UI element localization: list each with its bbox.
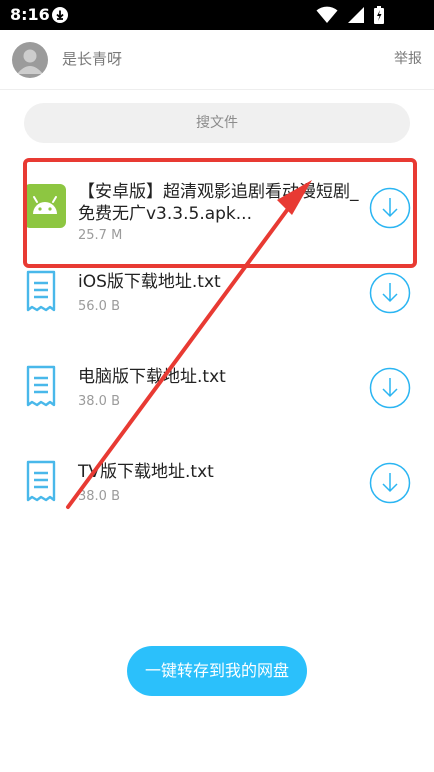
save-to-cloud-button[interactable]: 一键转存到我的网盘 (127, 646, 307, 696)
